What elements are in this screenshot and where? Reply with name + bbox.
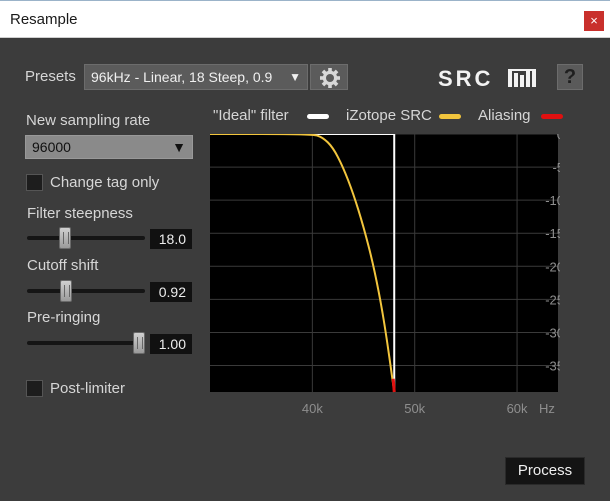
legend-ideal-swatch [307, 114, 329, 119]
src-logo: SRC [438, 66, 544, 96]
chevron-down-icon: ▼ [172, 139, 186, 155]
filter-steepness-slider[interactable] [27, 236, 145, 240]
sampling-rate-label: New sampling rate [26, 112, 151, 129]
presets-label: Presets [25, 68, 76, 85]
x-tick-label: Hz [539, 401, 555, 416]
help-button[interactable]: ? [557, 64, 583, 90]
legend-aliasing-swatch [541, 114, 563, 119]
y-tick-label: -35 [545, 359, 560, 374]
pre-ringing-slider[interactable] [27, 341, 145, 345]
post-limiter-checkbox[interactable] [26, 380, 43, 397]
pre-ringing-value[interactable]: 1.00 [150, 334, 192, 354]
preset-options-button[interactable] [310, 64, 348, 90]
filter-steepness-slider-thumb[interactable] [59, 227, 71, 249]
process-button[interactable]: Process [505, 457, 585, 485]
pre-ringing-label: Pre-ringing [27, 309, 101, 326]
gear-icon [320, 68, 340, 88]
filter-steepness-label: Filter steepness [27, 205, 133, 222]
legend-izotope-swatch [439, 114, 461, 119]
cutoff-shift-slider-thumb[interactable] [60, 280, 72, 302]
title-bar: Resample × [0, 0, 610, 38]
y-tick-label: -25 [545, 292, 560, 307]
change-tag-only-label: Change tag only [50, 174, 160, 191]
frequency-response-chart: dB0-5-10-15-20-25-30-3540k50k60kHz [210, 103, 564, 429]
close-button[interactable]: × [584, 11, 604, 31]
cutoff-shift-slider[interactable] [27, 289, 145, 293]
y-tick-label: -15 [545, 226, 560, 241]
presets-selected-value: 96kHz - Linear, 18 Steep, 0.9 [91, 69, 273, 85]
y-tick-label: -10 [545, 193, 560, 208]
x-tick-label: 40k [302, 401, 323, 416]
legend-aliasing-label: Aliasing [478, 107, 531, 124]
pre-ringing-slider-thumb[interactable] [133, 332, 145, 354]
svg-text:SRC: SRC [438, 67, 493, 91]
chevron-down-icon: ▼ [289, 70, 301, 84]
series-line-2 [391, 378, 396, 393]
sampling-rate-value: 96000 [32, 139, 71, 155]
filter-steepness-value[interactable]: 18.0 [150, 229, 192, 249]
y-tick-label: 0 [557, 134, 560, 142]
change-tag-only-checkbox[interactable] [26, 174, 43, 191]
resample-panel: Presets 96kHz - Linear, 18 Steep, 0.9 ▼ … [0, 39, 610, 501]
presets-dropdown[interactable]: 96kHz - Linear, 18 Steep, 0.9 ▼ [84, 64, 308, 90]
legend-izotope-label: iZotope SRC [346, 107, 432, 124]
y-tick-label: -5 [552, 160, 560, 175]
post-limiter-label: Post-limiter [50, 380, 126, 397]
cutoff-shift-value[interactable]: 0.92 [150, 282, 192, 302]
x-tick-label: 60k [507, 401, 528, 416]
window-title: Resample [10, 11, 78, 28]
y-tick-label: -20 [545, 259, 560, 274]
plot-background [210, 134, 558, 392]
cutoff-shift-label: Cutoff shift [27, 257, 99, 274]
x-tick-label: 50k [404, 401, 425, 416]
sampling-rate-dropdown[interactable]: 96000 ▼ [25, 135, 193, 159]
legend-ideal-label: "Ideal" filter [213, 107, 289, 124]
y-tick-label: -30 [545, 325, 560, 340]
